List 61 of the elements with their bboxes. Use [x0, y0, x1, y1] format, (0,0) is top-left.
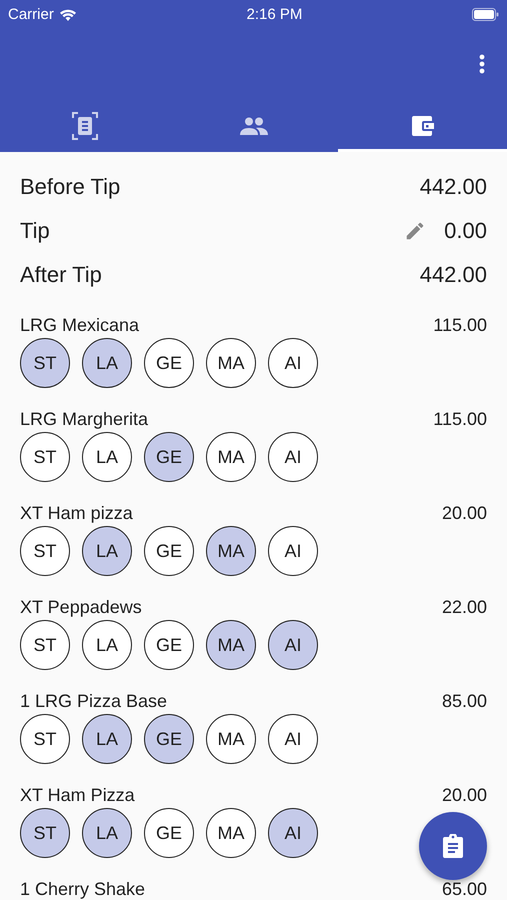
carrier-label: Carrier [8, 6, 54, 22]
person-chip[interactable]: ST [20, 714, 70, 764]
person-chip[interactable]: MA [206, 808, 256, 858]
item-name: LRG Mexicana [20, 314, 140, 336]
person-chip[interactable]: AI [268, 714, 318, 764]
item-name: LRG Margherita [20, 408, 148, 430]
clipboard-button[interactable] [419, 812, 487, 880]
person-chip[interactable]: GE [144, 714, 194, 764]
item-name: XT Ham Pizza [20, 784, 135, 806]
item-price: 20.00 [442, 784, 487, 806]
person-chip[interactable]: MA [206, 714, 256, 764]
person-chip[interactable]: GE [144, 620, 194, 670]
summary-amount: 442.00 [420, 262, 487, 288]
person-chip[interactable]: ST [20, 338, 70, 388]
person-chip[interactable]: LA [82, 338, 132, 388]
person-chip[interactable]: ST [20, 526, 70, 576]
person-chip[interactable]: MA [206, 432, 256, 482]
clipboard-icon [443, 834, 463, 858]
summary-label: Before Tip [20, 174, 122, 200]
wallet-icon [410, 114, 434, 138]
person-chip[interactable]: ST [20, 432, 70, 482]
item-name: 1 LRG Pizza Base [20, 690, 168, 712]
person-chip[interactable]: MA [206, 526, 256, 576]
item-name: XT Peppadews [20, 596, 142, 618]
more-options-icon[interactable] [479, 54, 485, 74]
item-name: XT Ham pizza [20, 502, 133, 524]
person-chip[interactable]: ST [20, 808, 70, 858]
person-chip[interactable]: AI [268, 338, 318, 388]
battery-icon [472, 8, 499, 20]
item-price: 115.00 [433, 408, 487, 430]
wifi-icon [58, 8, 77, 20]
person-chip[interactable]: AI [268, 620, 318, 670]
person-chip[interactable]: LA [82, 808, 132, 858]
item-price: 65.00 [442, 878, 487, 900]
summary-amount: 442.00 [420, 174, 487, 200]
person-chip[interactable]: LA [82, 526, 132, 576]
people-icon [240, 117, 268, 135]
person-chip[interactable]: AI [268, 808, 318, 858]
person-chip[interactable]: MA [206, 620, 256, 670]
item-price: 22.00 [442, 596, 487, 618]
person-chip[interactable]: LA [82, 620, 132, 670]
summary-label: After Tip [20, 262, 103, 288]
summary-label: Tip [20, 218, 51, 244]
person-chip[interactable]: AI [268, 432, 318, 482]
summary-amount: 0.00 [444, 218, 487, 244]
person-chip[interactable]: GE [144, 432, 194, 482]
person-chip[interactable]: LA [82, 432, 132, 482]
clock-time: 2:16 PM [246, 6, 302, 22]
item-price: 85.00 [442, 690, 487, 712]
person-chip[interactable]: ST [20, 620, 70, 670]
edit-icon[interactable] [404, 220, 426, 242]
item-price: 115.00 [433, 314, 487, 336]
person-chip[interactable]: GE [144, 338, 194, 388]
person-chip[interactable]: GE [144, 526, 194, 576]
item-name: 1 Cherry Shake [20, 878, 146, 900]
item-price: 20.00 [442, 502, 487, 524]
person-chip[interactable]: MA [206, 338, 256, 388]
person-chip[interactable]: AI [268, 526, 318, 576]
person-chip[interactable]: LA [82, 714, 132, 764]
person-chip[interactable]: GE [144, 808, 194, 858]
scan-document-icon [72, 112, 98, 140]
